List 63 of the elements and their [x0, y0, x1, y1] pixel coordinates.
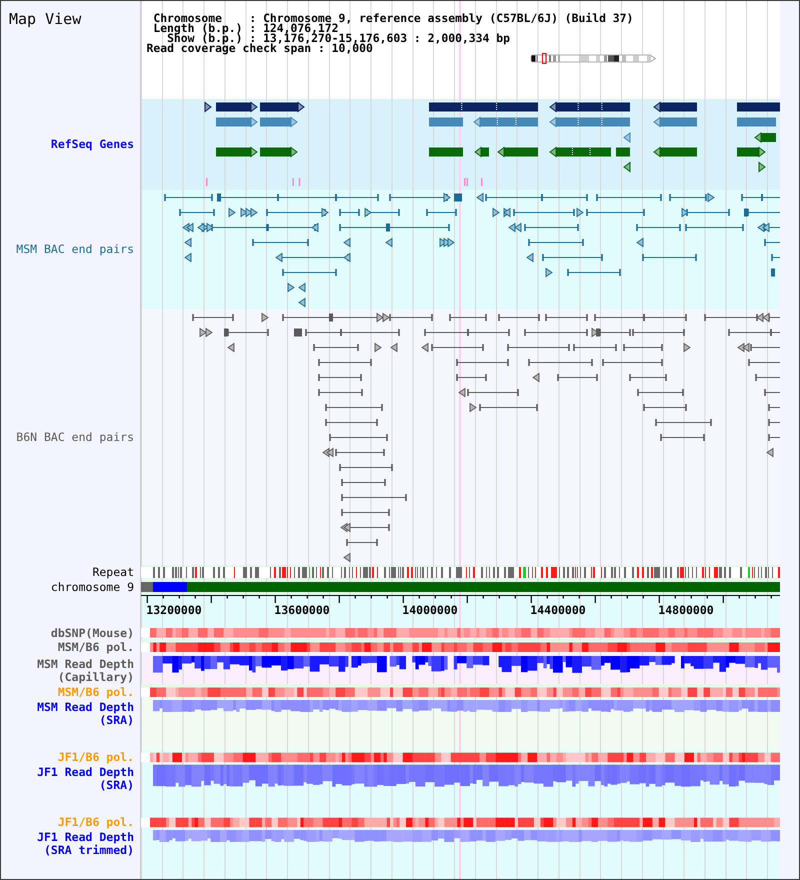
- gene-feature: [737, 102, 780, 112]
- info-label: Length (b.p.) :: [152, 22, 256, 32]
- info-label: Show (b.p.) :: [167, 32, 256, 42]
- track-label: chromosome 9: [50, 580, 134, 594]
- bac-pair-row-drawing: [288, 282, 306, 292]
- track-label: JF1/B6 pol.: [58, 750, 134, 764]
- gene-feature: [549, 146, 611, 158]
- gene-feature: [754, 132, 776, 143]
- gene-feature: [616, 148, 630, 156]
- gene-feature: [260, 102, 305, 112]
- gene-feature: [429, 118, 463, 126]
- gene-feature: [623, 162, 630, 172]
- track-label: Repeat: [92, 566, 134, 579]
- bac-pair-row-drawing: [343, 552, 350, 562]
- feature-tick-mark: [481, 178, 483, 186]
- bac-pair-row-drawing: [339, 464, 393, 471]
- feature-tick-mark: [206, 178, 208, 186]
- axis-tick-label: 14400000: [530, 603, 586, 617]
- gene-feature: [260, 146, 298, 158]
- axis-tick-label: 13200000: [146, 603, 202, 617]
- bac-pair-row-drawing: [341, 494, 407, 501]
- gene-feature: [653, 102, 697, 112]
- gene-feature: [758, 162, 766, 172]
- info-value: 13,176,270-15,176,603 : 2,000,334 bp: [263, 32, 511, 42]
- position-marker-icon: [542, 52, 546, 64]
- window-title: Map View: [9, 10, 82, 28]
- bac-pair-row-drawing: [340, 522, 390, 532]
- gene-feature: [429, 148, 463, 156]
- bac-pair-row-drawing: [298, 298, 306, 308]
- track-label: MSM/B6 pol.: [58, 640, 134, 654]
- track-label: JF1 Read Depth (SRA trimmed): [37, 830, 134, 856]
- bac-pair-row-drawing: [341, 509, 390, 516]
- gene-feature: [204, 102, 212, 112]
- gene-feature: [216, 146, 258, 158]
- axis-tick-label: 13600000: [274, 603, 330, 617]
- gene-feature: [474, 146, 489, 158]
- bac-pair-row-drawing: [346, 539, 378, 546]
- gene-feature: [623, 132, 630, 143]
- track-label: MSM Read Depth (Capillary): [37, 658, 134, 684]
- info-value: 124,076,172: [263, 22, 338, 32]
- gene-feature: [497, 146, 538, 158]
- track-label: JF1 Read Depth (SRA): [37, 766, 134, 792]
- gene-feature: [653, 116, 697, 128]
- info-value: 10,000: [332, 42, 373, 52]
- gene-feature: [260, 116, 298, 128]
- axis-tick-label: 14800000: [658, 603, 714, 617]
- gene-feature: [216, 102, 258, 112]
- gene-feature: [473, 116, 538, 128]
- bac-pair-row-drawing: [341, 479, 386, 486]
- axis-tick-label: 14000000: [402, 603, 458, 617]
- track-label: MSM/B6 pol.: [58, 686, 134, 698]
- gene-feature: [737, 118, 776, 126]
- info-label: Chromosome :: [152, 12, 256, 22]
- track-label: MSM BAC end pairs: [16, 243, 134, 256]
- track-label: MSM Read Depth (SRA): [37, 700, 134, 726]
- gene-feature: [653, 146, 697, 158]
- track-label: JF1/B6 pol.: [58, 816, 134, 828]
- info-value: Chromosome 9, reference assembly (C57BL/6J) (Build 37): [263, 12, 634, 22]
- track-label: dbSNP(Mouse): [50, 626, 134, 640]
- gene-feature: [737, 146, 766, 158]
- track-label: RefSeq Genes: [50, 138, 134, 151]
- track-label: B6N BAC end pairs: [16, 430, 134, 444]
- gene-feature: [216, 116, 258, 128]
